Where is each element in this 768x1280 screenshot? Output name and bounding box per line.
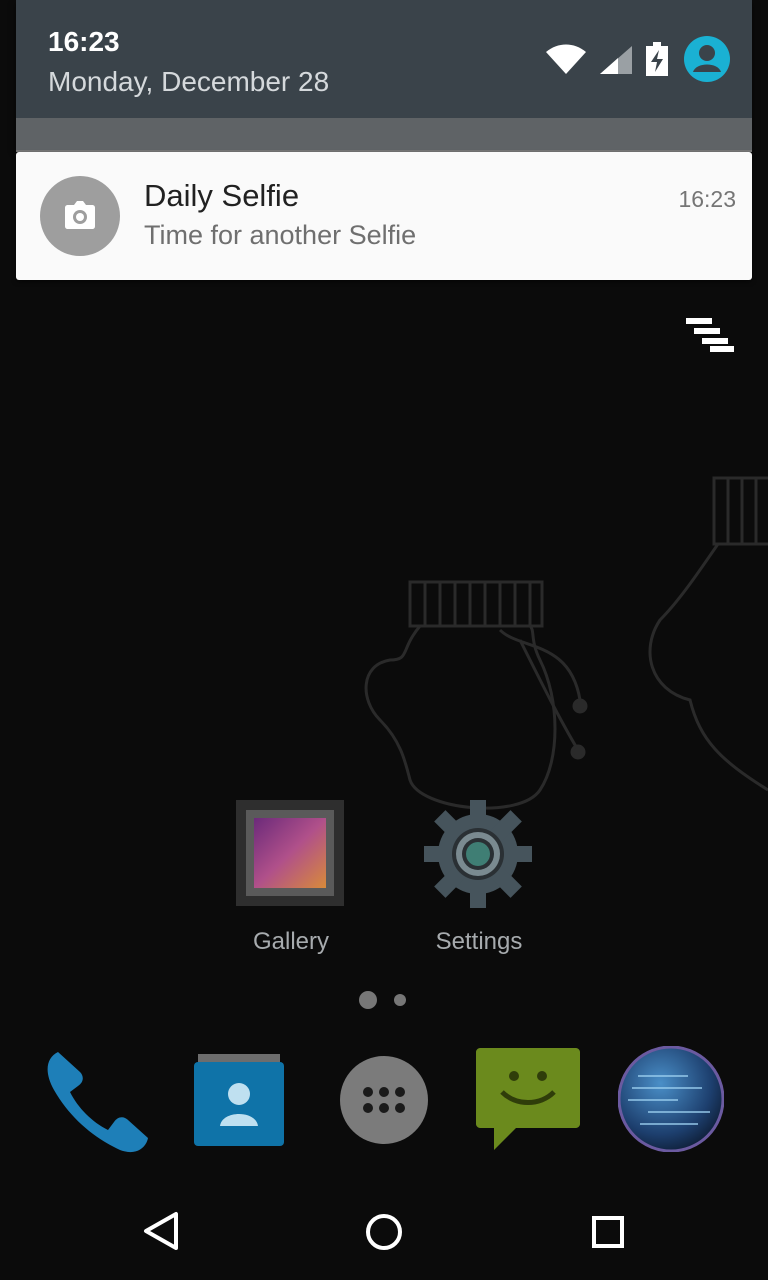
notification-time: 16:23 bbox=[678, 186, 736, 212]
battery-charging-icon bbox=[646, 42, 668, 76]
cell-signal-icon bbox=[600, 46, 632, 74]
status-date[interactable]: Monday, December 28 bbox=[48, 66, 329, 98]
notification-shade-header: 16:23 Monday, December 28 bbox=[16, 0, 752, 152]
app-settings[interactable]: Settings bbox=[424, 800, 532, 960]
home-icon[interactable] bbox=[366, 1214, 402, 1250]
settings-gear-icon bbox=[424, 800, 532, 908]
status-clock: 16:23 bbox=[48, 26, 120, 57]
notification-app-icon bbox=[40, 176, 120, 256]
page-indicator bbox=[359, 991, 406, 1009]
recents-icon[interactable] bbox=[592, 1216, 624, 1248]
gallery-icon bbox=[236, 800, 344, 906]
contacts-icon[interactable] bbox=[192, 1052, 286, 1148]
app-gallery[interactable]: Gallery bbox=[236, 800, 344, 960]
back-icon[interactable] bbox=[144, 1212, 178, 1250]
clear-all-notifications-icon[interactable] bbox=[686, 318, 736, 354]
shade-underlay-strip bbox=[16, 118, 752, 152]
notification-daily-selfie[interactable]: Daily Selfie Time for another Selfie 16:… bbox=[16, 152, 752, 280]
user-avatar-icon[interactable] bbox=[684, 36, 730, 82]
status-icons bbox=[546, 36, 730, 82]
page-dot-1 bbox=[359, 991, 377, 1009]
page-dot-2 bbox=[394, 994, 406, 1006]
wifi-icon bbox=[546, 44, 586, 74]
phone-icon[interactable] bbox=[40, 1044, 152, 1156]
camera-icon bbox=[65, 201, 95, 229]
app-label-gallery: Gallery bbox=[252, 928, 330, 955]
app-drawer-icon[interactable] bbox=[340, 1056, 428, 1144]
messaging-icon[interactable] bbox=[476, 1046, 580, 1154]
app-label-settings: Settings bbox=[435, 928, 523, 955]
browser-globe-icon[interactable] bbox=[618, 1046, 724, 1152]
notification-title: Daily Selfie bbox=[144, 178, 300, 213]
notification-text: Time for another Selfie bbox=[144, 220, 417, 250]
navigation-bar bbox=[144, 1212, 624, 1250]
